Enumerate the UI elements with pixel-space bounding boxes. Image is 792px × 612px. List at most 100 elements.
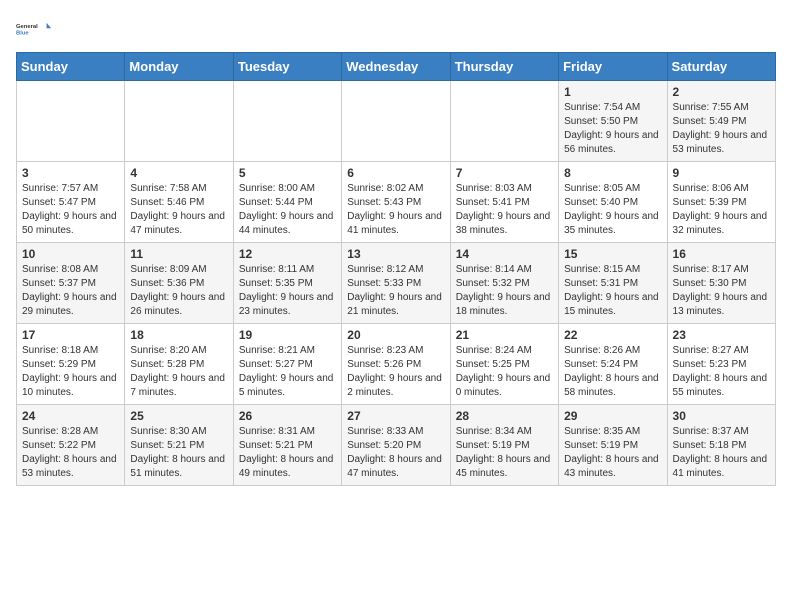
calendar-cell-w4-d1: 17 Sunrise: 8:18 AM Sunset: 5:29 PM Dayli…	[17, 324, 125, 405]
day-detail: Sunrise: 8:35 AM Sunset: 5:19 PM Dayligh…	[564, 425, 661, 481]
day-number: 6	[347, 166, 444, 180]
week-row-4: 17 Sunrise: 8:18 AM Sunset: 5:29 PM Dayli…	[17, 324, 776, 405]
day-detail: Sunrise: 8:05 AM Sunset: 5:40 PM Dayligh…	[564, 182, 661, 238]
logo: GeneralBlue	[16, 16, 52, 44]
calendar-cell-w2-d6: 8 Sunrise: 8:05 AM Sunset: 5:40 PM Daylig…	[559, 162, 667, 243]
calendar-cell-w3-d4: 13 Sunrise: 8:12 AM Sunset: 5:33 PM Dayli…	[342, 243, 450, 324]
day-number: 27	[347, 409, 444, 423]
day-number: 2	[673, 85, 770, 99]
calendar-cell-w1-d7: 2 Sunrise: 7:55 AM Sunset: 5:49 PM Daylig…	[667, 81, 775, 162]
weekday-header-sunday: Sunday	[17, 53, 125, 81]
day-detail: Sunrise: 8:20 AM Sunset: 5:28 PM Dayligh…	[130, 344, 227, 400]
calendar-cell-w2-d3: 5 Sunrise: 8:00 AM Sunset: 5:44 PM Daylig…	[233, 162, 341, 243]
day-number: 9	[673, 166, 770, 180]
day-detail: Sunrise: 8:02 AM Sunset: 5:43 PM Dayligh…	[347, 182, 444, 238]
calendar-cell-w2-d5: 7 Sunrise: 8:03 AM Sunset: 5:41 PM Daylig…	[450, 162, 558, 243]
day-detail: Sunrise: 8:08 AM Sunset: 5:37 PM Dayligh…	[22, 263, 119, 319]
day-detail: Sunrise: 8:23 AM Sunset: 5:26 PM Dayligh…	[347, 344, 444, 400]
calendar-cell-w1-d1	[17, 81, 125, 162]
calendar-cell-w5-d5: 28 Sunrise: 8:34 AM Sunset: 5:19 PM Dayli…	[450, 405, 558, 486]
weekday-header-wednesday: Wednesday	[342, 53, 450, 81]
day-number: 5	[239, 166, 336, 180]
week-row-2: 3 Sunrise: 7:57 AM Sunset: 5:47 PM Daylig…	[17, 162, 776, 243]
calendar-cell-w3-d7: 16 Sunrise: 8:17 AM Sunset: 5:30 PM Dayli…	[667, 243, 775, 324]
day-number: 23	[673, 328, 770, 342]
day-detail: Sunrise: 8:24 AM Sunset: 5:25 PM Dayligh…	[456, 344, 553, 400]
day-number: 21	[456, 328, 553, 342]
day-number: 24	[22, 409, 119, 423]
day-detail: Sunrise: 7:57 AM Sunset: 5:47 PM Dayligh…	[22, 182, 119, 238]
calendar-cell-w4-d5: 21 Sunrise: 8:24 AM Sunset: 5:25 PM Dayli…	[450, 324, 558, 405]
calendar-cell-w2-d1: 3 Sunrise: 7:57 AM Sunset: 5:47 PM Daylig…	[17, 162, 125, 243]
day-number: 28	[456, 409, 553, 423]
day-detail: Sunrise: 7:58 AM Sunset: 5:46 PM Dayligh…	[130, 182, 227, 238]
weekday-header-monday: Monday	[125, 53, 233, 81]
day-detail: Sunrise: 8:26 AM Sunset: 5:24 PM Dayligh…	[564, 344, 661, 400]
day-number: 3	[22, 166, 119, 180]
day-number: 25	[130, 409, 227, 423]
day-detail: Sunrise: 8:15 AM Sunset: 5:31 PM Dayligh…	[564, 263, 661, 319]
weekday-header-row: SundayMondayTuesdayWednesdayThursdayFrid…	[17, 53, 776, 81]
calendar-cell-w4-d7: 23 Sunrise: 8:27 AM Sunset: 5:23 PM Dayli…	[667, 324, 775, 405]
weekday-header-friday: Friday	[559, 53, 667, 81]
calendar-cell-w3-d2: 11 Sunrise: 8:09 AM Sunset: 5:36 PM Dayli…	[125, 243, 233, 324]
day-detail: Sunrise: 8:27 AM Sunset: 5:23 PM Dayligh…	[673, 344, 770, 400]
calendar-table: SundayMondayTuesdayWednesdayThursdayFrid…	[16, 52, 776, 486]
week-row-3: 10Sunrise: 8:08 AM Sunset: 5:37 PM Dayli…	[17, 243, 776, 324]
calendar-cell-w5-d7: 30Sunrise: 8:37 AM Sunset: 5:18 PM Dayli…	[667, 405, 775, 486]
day-number: 15	[564, 247, 661, 261]
day-detail: Sunrise: 8:30 AM Sunset: 5:21 PM Dayligh…	[130, 425, 227, 481]
day-number: 18	[130, 328, 227, 342]
day-number: 26	[239, 409, 336, 423]
day-detail: Sunrise: 8:34 AM Sunset: 5:19 PM Dayligh…	[456, 425, 553, 481]
day-detail: Sunrise: 8:09 AM Sunset: 5:36 PM Dayligh…	[130, 263, 227, 319]
svg-text:General: General	[16, 24, 38, 30]
day-detail: Sunrise: 8:11 AM Sunset: 5:35 PM Dayligh…	[239, 263, 336, 319]
day-detail: Sunrise: 8:06 AM Sunset: 5:39 PM Dayligh…	[673, 182, 770, 238]
day-number: 4	[130, 166, 227, 180]
calendar-cell-w5-d3: 26 Sunrise: 8:31 AM Sunset: 5:21 PM Dayli…	[233, 405, 341, 486]
day-number: 12	[239, 247, 336, 261]
day-number: 30	[673, 409, 770, 423]
day-number: 1	[564, 85, 661, 99]
day-number: 17	[22, 328, 119, 342]
svg-text:Blue: Blue	[16, 31, 29, 37]
day-number: 13	[347, 247, 444, 261]
day-detail: Sunrise: 8:00 AM Sunset: 5:44 PM Dayligh…	[239, 182, 336, 238]
weekday-header-saturday: Saturday	[667, 53, 775, 81]
day-detail: Sunrise: 8:21 AM Sunset: 5:27 PM Dayligh…	[239, 344, 336, 400]
calendar-cell-w2-d7: 9 Sunrise: 8:06 AM Sunset: 5:39 PM Daylig…	[667, 162, 775, 243]
day-number: 16	[673, 247, 770, 261]
day-detail: Sunrise: 8:03 AM Sunset: 5:41 PM Dayligh…	[456, 182, 553, 238]
day-number: 29	[564, 409, 661, 423]
calendar-cell-w5-d4: 27 Sunrise: 8:33 AM Sunset: 5:20 PM Dayli…	[342, 405, 450, 486]
week-row-5: 24 Sunrise: 8:28 AM Sunset: 5:22 PM Dayli…	[17, 405, 776, 486]
week-row-1: 1Sunrise: 7:54 AM Sunset: 5:50 PM Daylig…	[17, 81, 776, 162]
day-detail: Sunrise: 8:17 AM Sunset: 5:30 PM Dayligh…	[673, 263, 770, 319]
day-number: 8	[564, 166, 661, 180]
day-detail: Sunrise: 7:55 AM Sunset: 5:49 PM Dayligh…	[673, 101, 770, 157]
day-number: 14	[456, 247, 553, 261]
header: GeneralBlue	[16, 16, 776, 44]
day-detail: Sunrise: 8:18 AM Sunset: 5:29 PM Dayligh…	[22, 344, 119, 400]
day-detail: Sunrise: 8:33 AM Sunset: 5:20 PM Dayligh…	[347, 425, 444, 481]
day-number: 7	[456, 166, 553, 180]
day-detail: Sunrise: 8:12 AM Sunset: 5:33 PM Dayligh…	[347, 263, 444, 319]
day-detail: Sunrise: 8:14 AM Sunset: 5:32 PM Dayligh…	[456, 263, 553, 319]
calendar-cell-w3-d1: 10Sunrise: 8:08 AM Sunset: 5:37 PM Dayli…	[17, 243, 125, 324]
day-detail: Sunrise: 8:31 AM Sunset: 5:21 PM Dayligh…	[239, 425, 336, 481]
weekday-header-tuesday: Tuesday	[233, 53, 341, 81]
logo-icon: GeneralBlue	[16, 16, 52, 44]
calendar-cell-w1-d2	[125, 81, 233, 162]
calendar-cell-w4-d2: 18 Sunrise: 8:20 AM Sunset: 5:28 PM Dayli…	[125, 324, 233, 405]
calendar-cell-w1-d4	[342, 81, 450, 162]
weekday-header-thursday: Thursday	[450, 53, 558, 81]
day-number: 11	[130, 247, 227, 261]
calendar-cell-w5-d1: 24 Sunrise: 8:28 AM Sunset: 5:22 PM Dayli…	[17, 405, 125, 486]
calendar-cell-w5-d2: 25 Sunrise: 8:30 AM Sunset: 5:21 PM Dayli…	[125, 405, 233, 486]
calendar-cell-w3-d6: 15 Sunrise: 8:15 AM Sunset: 5:31 PM Dayli…	[559, 243, 667, 324]
calendar-cell-w5-d6: 29 Sunrise: 8:35 AM Sunset: 5:19 PM Dayli…	[559, 405, 667, 486]
calendar-cell-w2-d4: 6 Sunrise: 8:02 AM Sunset: 5:43 PM Daylig…	[342, 162, 450, 243]
day-detail: Sunrise: 8:28 AM Sunset: 5:22 PM Dayligh…	[22, 425, 119, 481]
calendar-cell-w4-d4: 20Sunrise: 8:23 AM Sunset: 5:26 PM Dayli…	[342, 324, 450, 405]
